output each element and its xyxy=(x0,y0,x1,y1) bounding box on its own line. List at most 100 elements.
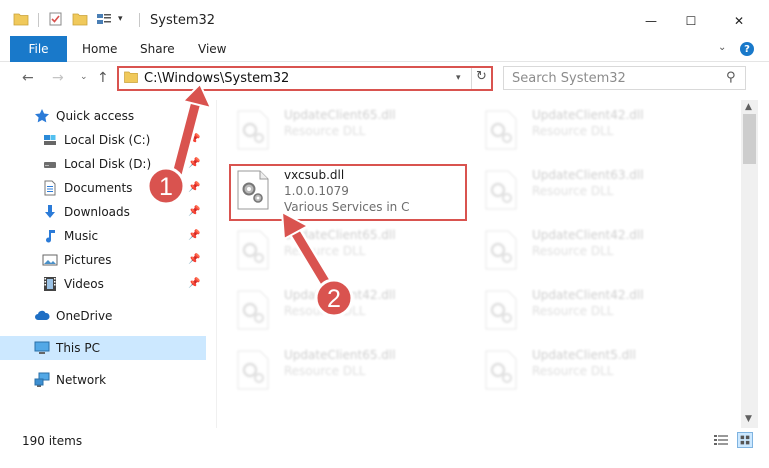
search-icon[interactable]: ⚲ xyxy=(726,70,736,85)
file-name: UpdateClient63.dll xyxy=(532,168,644,182)
dll-file-icon xyxy=(237,350,269,390)
file-name: UpdateClient42.dll xyxy=(532,288,644,302)
tab-view[interactable]: View xyxy=(198,36,226,62)
help-icon[interactable]: ? xyxy=(740,42,754,56)
new-folder-icon[interactable] xyxy=(72,12,88,26)
file-type: Resource DLL xyxy=(532,124,614,138)
address-history-chevron-icon[interactable]: ▾ xyxy=(456,73,461,83)
sidebar-item-local-disk-c[interactable]: Local Disk (C:) 📌 xyxy=(0,128,206,152)
file-item[interactable]: UpdateClient42.dll Resource DLL xyxy=(470,224,710,276)
file-type: Resource DLL xyxy=(284,304,366,318)
sidebar-item-quick-access[interactable]: Quick access xyxy=(0,104,206,128)
sidebar-item-documents[interactable]: Documents 📌 xyxy=(0,176,206,200)
sidebar-item-music[interactable]: Music 📌 xyxy=(0,224,206,248)
file-item[interactable]: UpdateClient42.dll Resource DLL xyxy=(470,104,710,156)
file-item[interactable]: UpdateClient63.dll Resource DLL xyxy=(470,164,710,216)
sidebar-item-videos[interactable]: Videos 📌 xyxy=(0,272,206,296)
tiles-view-icon[interactable] xyxy=(737,432,753,448)
file-type: Resource DLL xyxy=(284,364,366,378)
sidebar-item-label: Local Disk (C:) xyxy=(64,133,151,147)
pin-icon[interactable]: 📌 xyxy=(188,158,200,169)
scroll-thumb[interactable] xyxy=(743,114,756,164)
sidebar-item-downloads[interactable]: Downloads 📌 xyxy=(0,200,206,224)
pictures-icon xyxy=(42,254,58,266)
customize-toolbar-chevron-icon[interactable]: ▾ xyxy=(118,14,123,24)
file-name: UpdateClient42.dll xyxy=(532,228,644,242)
file-item[interactable]: UpdateClient65.dll Resource DLL xyxy=(222,224,462,276)
properties-check-icon[interactable] xyxy=(48,12,64,26)
navigation-bar: ← → ⌄ ↑ C:\Windows\System32 ▾ ↻ Search S… xyxy=(0,62,769,96)
sidebar-item-local-disk-d[interactable]: Local Disk (D:) 📌 xyxy=(0,152,206,176)
file-name: UpdateClient42.dll xyxy=(284,288,396,302)
scroll-down-arrow-icon[interactable]: ▼ xyxy=(745,414,752,424)
sidebar-item-pictures[interactable]: Pictures 📌 xyxy=(0,248,206,272)
status-bar: 190 items xyxy=(0,428,769,452)
view-properties-icon[interactable] xyxy=(96,12,112,26)
sidebar-item-label: Videos xyxy=(64,277,104,291)
forward-arrow-icon[interactable]: → xyxy=(52,70,64,86)
tab-home[interactable]: Home xyxy=(82,36,117,62)
expand-ribbon-chevron-icon[interactable]: ⌄ xyxy=(718,42,726,53)
window-title: System32 xyxy=(150,13,216,28)
file-item[interactable]: UpdateClient65.dll Resource DLL xyxy=(222,344,462,396)
dll-file-icon xyxy=(485,350,517,390)
star-icon xyxy=(35,109,49,123)
pin-icon[interactable]: 📌 xyxy=(188,254,200,265)
file-item[interactable]: UpdateClient65.dll Resource DLL xyxy=(222,104,462,156)
pin-icon[interactable]: 📌 xyxy=(188,230,200,241)
file-name: UpdateClient65.dll xyxy=(284,348,396,362)
sidebar-item-this-pc[interactable]: This PC xyxy=(0,336,206,360)
sidebar-item-label: Documents xyxy=(64,181,133,195)
dll-file-icon xyxy=(485,110,517,150)
up-arrow-icon[interactable]: ↑ xyxy=(97,70,109,86)
sidebar-item-label: This PC xyxy=(56,341,100,355)
close-button[interactable]: ✕ xyxy=(716,6,762,36)
folder-icon[interactable] xyxy=(13,12,29,26)
item-count: 190 items xyxy=(22,434,83,448)
refresh-icon[interactable]: ↻ xyxy=(476,69,487,84)
videos-icon xyxy=(44,277,56,291)
maximize-button[interactable]: ☐ xyxy=(668,6,714,36)
pin-icon[interactable]: 📌 xyxy=(188,134,200,145)
dll-file-icon xyxy=(237,290,269,330)
documents-icon xyxy=(44,180,56,196)
file-type: Resource DLL xyxy=(532,244,614,258)
onedrive-icon xyxy=(35,310,50,320)
back-arrow-icon[interactable]: ← xyxy=(22,70,34,86)
vertical-scrollbar[interactable]: ▲ ▼ xyxy=(741,100,758,428)
separator xyxy=(38,13,39,27)
address-path[interactable]: C:\Windows\System32 xyxy=(144,71,289,86)
file-item[interactable]: UpdateClient42.dll Resource DLL xyxy=(470,284,710,336)
file-item[interactable]: UpdateClient42.dll Resource DLL xyxy=(222,284,462,336)
sidebar-item-network[interactable]: Network xyxy=(0,368,206,392)
file-list: UpdateClient65.dll Resource DLL vxcsub.d… xyxy=(218,100,741,428)
recent-locations-chevron-icon[interactable]: ⌄ xyxy=(80,72,88,82)
dll-file-icon xyxy=(237,230,269,270)
dll-file-icon xyxy=(485,290,517,330)
sidebar-item-label: Local Disk (D:) xyxy=(64,157,152,171)
file-name: UpdateClient65.dll xyxy=(284,228,396,242)
search-placeholder: Search System32 xyxy=(512,71,626,86)
pin-icon[interactable]: 📌 xyxy=(188,182,200,193)
scroll-up-arrow-icon[interactable]: ▲ xyxy=(745,102,752,112)
file-item[interactable]: UpdateClient5.dll Resource DLL xyxy=(470,344,710,396)
file-type: Resource DLL xyxy=(284,124,366,138)
pane-divider[interactable] xyxy=(216,100,217,428)
file-item-vxcsub[interactable]: vxcsub.dll 1.0.0.1079 Various Services i… xyxy=(222,164,462,216)
dll-file-icon xyxy=(485,230,517,270)
details-view-icon[interactable] xyxy=(713,433,729,447)
dll-file-icon xyxy=(237,110,269,150)
file-type: Resource DLL xyxy=(532,364,614,378)
ribbon-tabs: File Home Share View ⌄ ? xyxy=(0,36,769,62)
tab-file[interactable]: File xyxy=(10,36,67,62)
search-input[interactable]: Search System32 ⚲ xyxy=(503,66,746,90)
pin-icon[interactable]: 📌 xyxy=(188,206,200,217)
navigation-pane: Quick access Local Disk (C:) 📌 Local Dis… xyxy=(0,100,206,428)
pin-icon[interactable]: 📌 xyxy=(188,278,200,289)
file-version: 1.0.0.1079 xyxy=(284,184,349,198)
address-bar[interactable]: C:\Windows\System32 ▾ ↻ xyxy=(117,66,493,90)
sidebar-item-onedrive[interactable]: OneDrive xyxy=(0,304,206,328)
tab-share[interactable]: Share xyxy=(140,36,175,62)
file-type: Resource DLL xyxy=(532,304,614,318)
drive-icon xyxy=(44,135,56,145)
